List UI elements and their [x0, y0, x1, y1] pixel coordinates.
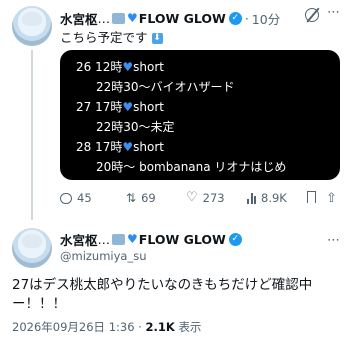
blue-heart-emoji-icon: ♥ — [127, 232, 138, 246]
name-ellipsis: … — [97, 232, 111, 247]
schedule-date-time: 26 12時 — [76, 60, 123, 74]
retweet-button[interactable]: ⇅ 69 — [126, 191, 156, 205]
tweet-text-body: こちら予定です — [60, 30, 148, 45]
reply-meta: 2026年09月26日 1:36 · 2.1K 表示 — [12, 319, 201, 335]
bookmark-icon — [307, 191, 316, 203]
author-brand: FLOW GLOW — [138, 232, 226, 247]
grok-icon[interactable] — [305, 8, 319, 22]
more-options-icon[interactable]: ⋯ — [327, 6, 341, 19]
bookmark-button[interactable] — [307, 191, 316, 203]
reply-view-count: 2.1K — [145, 320, 175, 334]
reply-count: 45 — [77, 191, 92, 205]
reply-header: 水宮枢 … ♥ FLOW GLOW ✓ — [60, 230, 242, 249]
schedule-date-time: 28 17時 — [76, 140, 123, 154]
like-count: 273 — [202, 191, 225, 205]
tweet-time[interactable]: 10分 — [252, 9, 280, 28]
verified-badge-icon: ✓ — [228, 12, 242, 25]
heart-icon: ♡ — [186, 190, 198, 205]
tweet-actions: 45 ⇅ 69 ♡ 273 8.9K ⇧ — [60, 191, 345, 207]
blue-heart-icon: ♥ — [122, 60, 134, 74]
author-name[interactable]: 水宮枢 — [60, 9, 98, 28]
blue-heart-icon: ♥ — [122, 140, 134, 154]
reply-button[interactable]: 45 — [60, 191, 92, 205]
down-arrow-emoji-icon: ⬇ — [151, 33, 163, 44]
view-count: 8.9K — [261, 191, 287, 205]
separator-dot: · — [244, 11, 249, 26]
schedule-label: short — [133, 100, 164, 114]
reply-text: 27はデス桃太郎やりたいなのきもちだけど確認中ー！！！ — [12, 277, 313, 312]
schedule-detail-3: 20時～ bombanana リオナはじめ — [96, 160, 287, 174]
envelope-emoji-icon — [112, 234, 126, 245]
envelope-emoji-icon — [112, 13, 126, 24]
tweet-header: 水宮枢 … ♥ FLOW GLOW ✓ · 10分 — [60, 9, 280, 28]
schedule-detail-1: 22時30～バイオハザード — [96, 80, 235, 94]
schedule-day-3: 28 17時♥short — [76, 138, 164, 155]
avatar[interactable] — [12, 6, 52, 46]
views-button[interactable]: 8.9K — [247, 191, 287, 205]
separator-dot: · — [138, 320, 142, 334]
blue-heart-icon: ♥ — [122, 100, 134, 114]
schedule-day-1: 26 12時♥short — [76, 58, 164, 75]
reply-icon — [60, 192, 72, 204]
author-brand: FLOW GLOW — [138, 11, 226, 26]
share-button[interactable]: ⇧ — [326, 191, 342, 206]
more-options-icon[interactable]: ⋯ — [327, 234, 341, 247]
share-icon: ⇧ — [326, 191, 337, 206]
author-name[interactable]: 水宮枢 — [60, 230, 98, 249]
schedule-label: short — [133, 60, 164, 74]
schedule-label: short — [133, 140, 164, 154]
retweet-count: 69 — [141, 191, 156, 205]
name-ellipsis: … — [97, 11, 111, 26]
avatar[interactable] — [12, 228, 52, 268]
tweet-text: こちら予定です ⬇ — [60, 27, 163, 46]
schedule-day-2: 27 17時♥short — [76, 98, 164, 115]
verified-badge-icon: ✓ — [228, 233, 242, 246]
thread-connector-line — [31, 50, 33, 220]
schedule-detail-2: 22時30～未定 — [96, 120, 175, 134]
blue-heart-emoji-icon: ♥ — [127, 11, 138, 25]
reply-timestamp[interactable]: 2026年09月26日 1:36 — [12, 320, 135, 334]
author-handle[interactable]: @mizumiya_su — [60, 249, 147, 263]
like-button[interactable]: ♡ 273 — [186, 191, 225, 205]
views-chart-icon — [247, 192, 256, 204]
schedule-date-time: 27 17時 — [76, 100, 123, 114]
schedule-image[interactable]: 26 12時♥short 22時30～バイオハザード 27 17時♥short … — [60, 50, 340, 180]
reply-views-label: 表示 — [178, 320, 202, 334]
retweet-icon: ⇅ — [126, 191, 137, 205]
